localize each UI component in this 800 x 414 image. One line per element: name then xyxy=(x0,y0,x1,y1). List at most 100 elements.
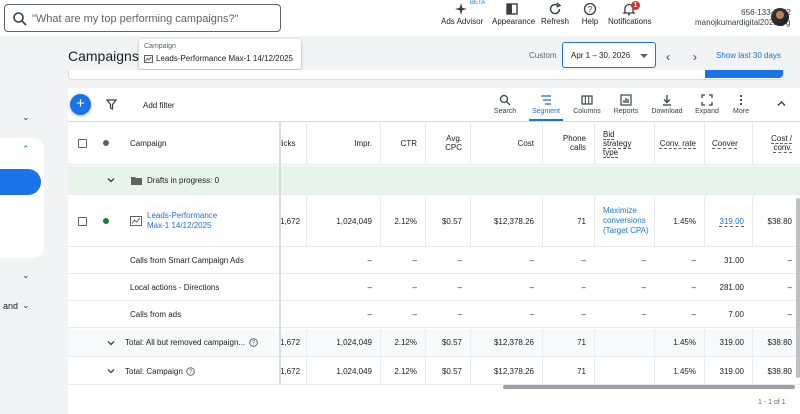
more-button[interactable]: More xyxy=(724,94,758,115)
column-divider xyxy=(380,329,381,356)
conversions-cell: 319.00 xyxy=(719,338,744,347)
bid-strategy-link[interactable]: Maximize conversions (Target CPA) xyxy=(603,196,653,246)
breadcrumb[interactable]: Campaign Leads-Performance Max-1 14/12/2… xyxy=(139,39,301,69)
horizontal-scrollbar[interactable] xyxy=(503,385,795,389)
columns-label: Columns xyxy=(573,108,601,115)
download-button[interactable]: Download xyxy=(650,94,684,115)
create-button[interactable]: + xyxy=(70,94,91,115)
total-label: Total: Campaign xyxy=(125,366,183,376)
chevron-down-icon[interactable] xyxy=(106,329,116,356)
drafts-row[interactable]: Drafts in progress: 0 xyxy=(68,166,800,195)
appearance-label: Appearance xyxy=(492,17,536,26)
column-divider xyxy=(654,329,655,356)
ads-advisor-button[interactable]: Ads Advisor xyxy=(441,2,483,34)
cost-per-conv-column-header[interactable]: Cost / conv. xyxy=(752,121,800,165)
help-icon[interactable]: ? xyxy=(249,329,258,356)
column-divider xyxy=(542,329,543,356)
chevron-down-icon[interactable]: ⌄ xyxy=(22,270,30,281)
date-range-value: Apr 1 – 30, 2026 xyxy=(571,51,631,60)
table-row[interactable]: Leads-Performance Max-1 14/12/2025 1,672… xyxy=(68,196,800,247)
caret-down-icon xyxy=(640,54,648,58)
help-icon[interactable]: ? xyxy=(186,358,195,384)
campaign-name-link[interactable]: Leads-Performance Max-1 14/12/2025 xyxy=(147,196,237,246)
add-filter-button[interactable]: Add filter xyxy=(143,101,175,110)
ctr-column-header[interactable]: CTR xyxy=(380,121,425,165)
dash-cell: – xyxy=(581,256,586,265)
vertical-scrollbar[interactable] xyxy=(796,198,800,378)
chevron-down-icon[interactable] xyxy=(106,166,116,194)
conv-rate-column-header[interactable]: Conv. rate xyxy=(654,121,704,165)
conversions-cell: 281.00 xyxy=(719,283,744,292)
row-checkbox[interactable] xyxy=(78,196,87,246)
frozen-column-divider[interactable] xyxy=(279,121,281,385)
column-divider xyxy=(542,358,543,384)
previous-period-button[interactable]: ‹ xyxy=(666,50,670,64)
summary-strip xyxy=(68,70,784,80)
column-divider xyxy=(654,358,655,384)
search-icon xyxy=(499,94,511,106)
breadcrumb-label: Campaign xyxy=(144,43,176,50)
cost-per-conv-cell: $38.80 xyxy=(767,338,792,347)
avatar[interactable] xyxy=(771,8,789,26)
chevron-down-icon[interactable]: ⌄ xyxy=(22,300,30,311)
total-row[interactable]: Total: Campaign ? 1,672 1,024,049 2.12% … xyxy=(68,358,800,385)
download-label: Download xyxy=(651,108,683,115)
avg-cpc-column-header[interactable]: Avg. CPC xyxy=(425,121,470,165)
clicks-column-header[interactable]: licks xyxy=(278,121,306,165)
cost-per-conv-label: Cost / conv. xyxy=(771,134,792,152)
top-bar: "What are my top performing campaigns?" … xyxy=(0,0,800,36)
drafts-label: Drafts in progress: 0 xyxy=(147,175,220,185)
reports-button[interactable]: Reports xyxy=(609,94,643,115)
search-box[interactable]: "What are my top performing campaigns?" xyxy=(4,4,281,32)
select-all-checkbox[interactable] xyxy=(78,121,87,165)
performance-max-icon xyxy=(130,196,142,246)
filter-icon[interactable] xyxy=(106,99,117,110)
more-label: More xyxy=(733,108,749,115)
column-divider xyxy=(704,329,705,356)
status-column-header[interactable] xyxy=(103,121,109,165)
nav-active-item[interactable] xyxy=(0,169,41,195)
chevron-up-icon[interactable] xyxy=(776,98,787,109)
total-row[interactable]: Total: All but removed campaign... ? 1,6… xyxy=(68,329,800,357)
segment-label: Local actions - Directions xyxy=(130,283,220,292)
search-table-button[interactable]: Search xyxy=(488,94,522,115)
status-enabled-icon[interactable] xyxy=(103,196,109,246)
more-vert-icon xyxy=(739,94,743,106)
expand-button[interactable]: Expand xyxy=(690,94,724,115)
clicks-cell: 1,672 xyxy=(280,216,301,226)
date-range-picker[interactable]: Apr 1 – 30, 2026 xyxy=(562,42,656,68)
columns-button[interactable]: Columns xyxy=(570,94,604,115)
performance-max-icon xyxy=(144,55,153,63)
help-button[interactable]: ? Help xyxy=(578,2,602,34)
segment-button[interactable]: Segment xyxy=(529,94,563,121)
phone-calls-label: Phone calls xyxy=(562,134,586,152)
help-label: Help xyxy=(581,17,599,26)
refresh-button[interactable]: Refresh xyxy=(540,2,570,34)
beta-badge: BETA xyxy=(470,0,486,6)
chevron-up-icon[interactable]: ⌃ xyxy=(22,144,30,155)
conversions-column-header[interactable]: Conver xyxy=(712,121,752,165)
nav-label-fragment: and xyxy=(3,301,19,311)
column-divider xyxy=(752,358,753,384)
strip-button[interactable] xyxy=(705,70,783,78)
dash-cell: – xyxy=(412,256,417,265)
clicks-cell: 1,672 xyxy=(280,366,301,376)
chevron-down-icon[interactable]: ⌄ xyxy=(22,112,30,123)
impressions-column-header[interactable]: Impr. xyxy=(306,121,380,165)
bid-strategy-column-header[interactable]: Bid strategy type xyxy=(603,121,658,165)
campaign-column-header[interactable]: Campaign xyxy=(130,121,166,165)
next-period-button[interactable]: › xyxy=(693,50,697,64)
dash-cell: – xyxy=(641,283,646,292)
conversions-cell: 31.00 xyxy=(723,256,744,265)
conversions-link[interactable]: 319.00 xyxy=(704,196,752,246)
column-divider xyxy=(425,329,426,356)
chevron-down-icon[interactable] xyxy=(106,358,116,384)
impr-cell: 1,024,049 xyxy=(336,366,372,376)
impr-cell: 1,024,049 xyxy=(336,216,372,226)
show-last-30-days-link[interactable]: Show last 30 days xyxy=(716,51,781,60)
notifications-button[interactable]: Notifications xyxy=(608,2,652,34)
cost-column-header[interactable]: Cost xyxy=(470,121,542,165)
phone-calls-column-header[interactable]: Phone calls xyxy=(542,121,594,165)
appearance-button[interactable]: Appearance xyxy=(492,2,536,34)
help-icon: ? xyxy=(583,2,597,16)
